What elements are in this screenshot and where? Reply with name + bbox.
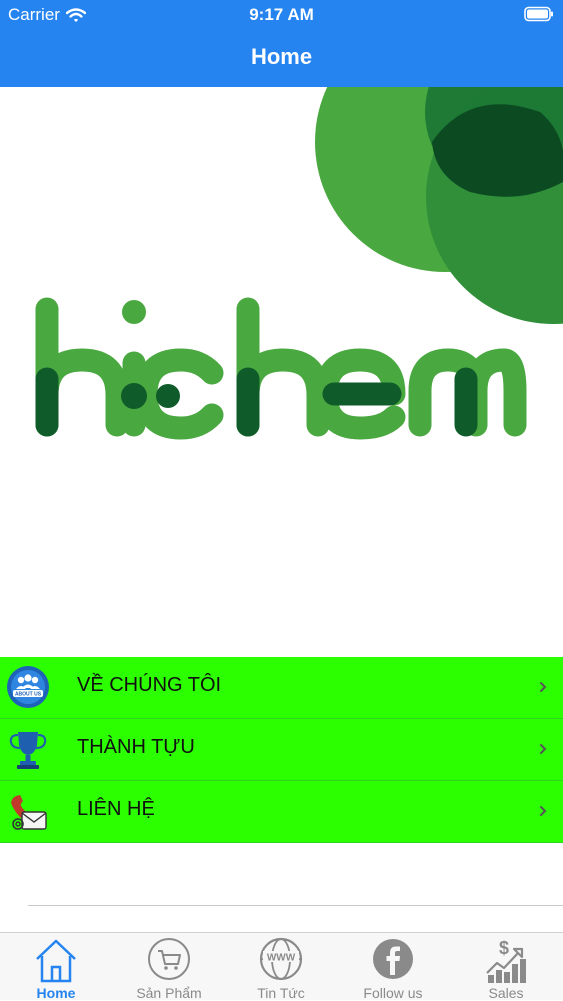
cart-icon: [148, 938, 190, 980]
contact-phone-icon: [11, 795, 47, 830]
globe-www-icon: WWW: [259, 937, 303, 981]
menu-item-label: LIÊN HỆ: [77, 798, 155, 820]
hero-banner: [0, 12, 563, 657]
status-time: 9:17 AM: [249, 5, 314, 24]
tab-label: Home: [36, 985, 76, 1001]
about-us-icon: ABOUT US: [7, 666, 49, 708]
menu-item-about-us[interactable]: ABOUT US VỀ CHÚNG TÔI: [0, 657, 563, 719]
status-bar: Carrier 9:17 AM: [0, 0, 563, 28]
chevron-right-icon: [540, 806, 547, 816]
navigation-bar: Carrier 9:17 AM Home: [0, 0, 563, 87]
tab-follow-us[interactable]: Follow us: [337, 937, 449, 1001]
tab-sales[interactable]: $ Sales: [450, 937, 562, 1001]
tab-label: Tin Tức: [257, 985, 305, 1001]
battery-icon: [524, 6, 553, 22]
page-title: Home: [250, 44, 313, 69]
tab-news[interactable]: WWW Tin Tức: [225, 937, 337, 1001]
tab-products[interactable]: Sản Phẩm: [113, 937, 225, 1001]
menu-item-label: VỀ CHÚNG TÔI: [77, 674, 222, 696]
sales-chart-icon: $: [486, 938, 526, 983]
svg-text:ABOUT US: ABOUT US: [15, 692, 42, 698]
divider: [28, 905, 563, 906]
hichem-logo: [35, 12, 563, 440]
home-icon: [36, 939, 76, 983]
trophy-icon: [9, 732, 47, 769]
menu-item-label: THÀNH TỰU: [77, 736, 195, 758]
menu-item-contact[interactable]: LIÊN HỆ: [0, 781, 563, 843]
tab-label: Sales: [488, 985, 524, 1001]
tab-bar: Home Sản Phẩm WWW Tin Tức Follow us $ Sa…: [0, 932, 563, 1001]
menu-list: ABOUT US VỀ CHÚNG TÔI THÀNH TỰU LIÊN HỆ: [0, 657, 563, 843]
menu-item-achievements[interactable]: THÀNH TỰU: [0, 719, 563, 781]
svg-text:WWW: WWW: [267, 953, 296, 964]
tab-label: Follow us: [363, 985, 423, 1001]
chevron-right-icon: [540, 682, 547, 692]
facebook-icon: [373, 939, 413, 979]
chevron-right-icon: [540, 744, 547, 754]
svg-text:$: $: [499, 938, 509, 958]
tab-home[interactable]: Home: [0, 937, 112, 1001]
tab-label: Sản Phẩm: [136, 985, 202, 1001]
